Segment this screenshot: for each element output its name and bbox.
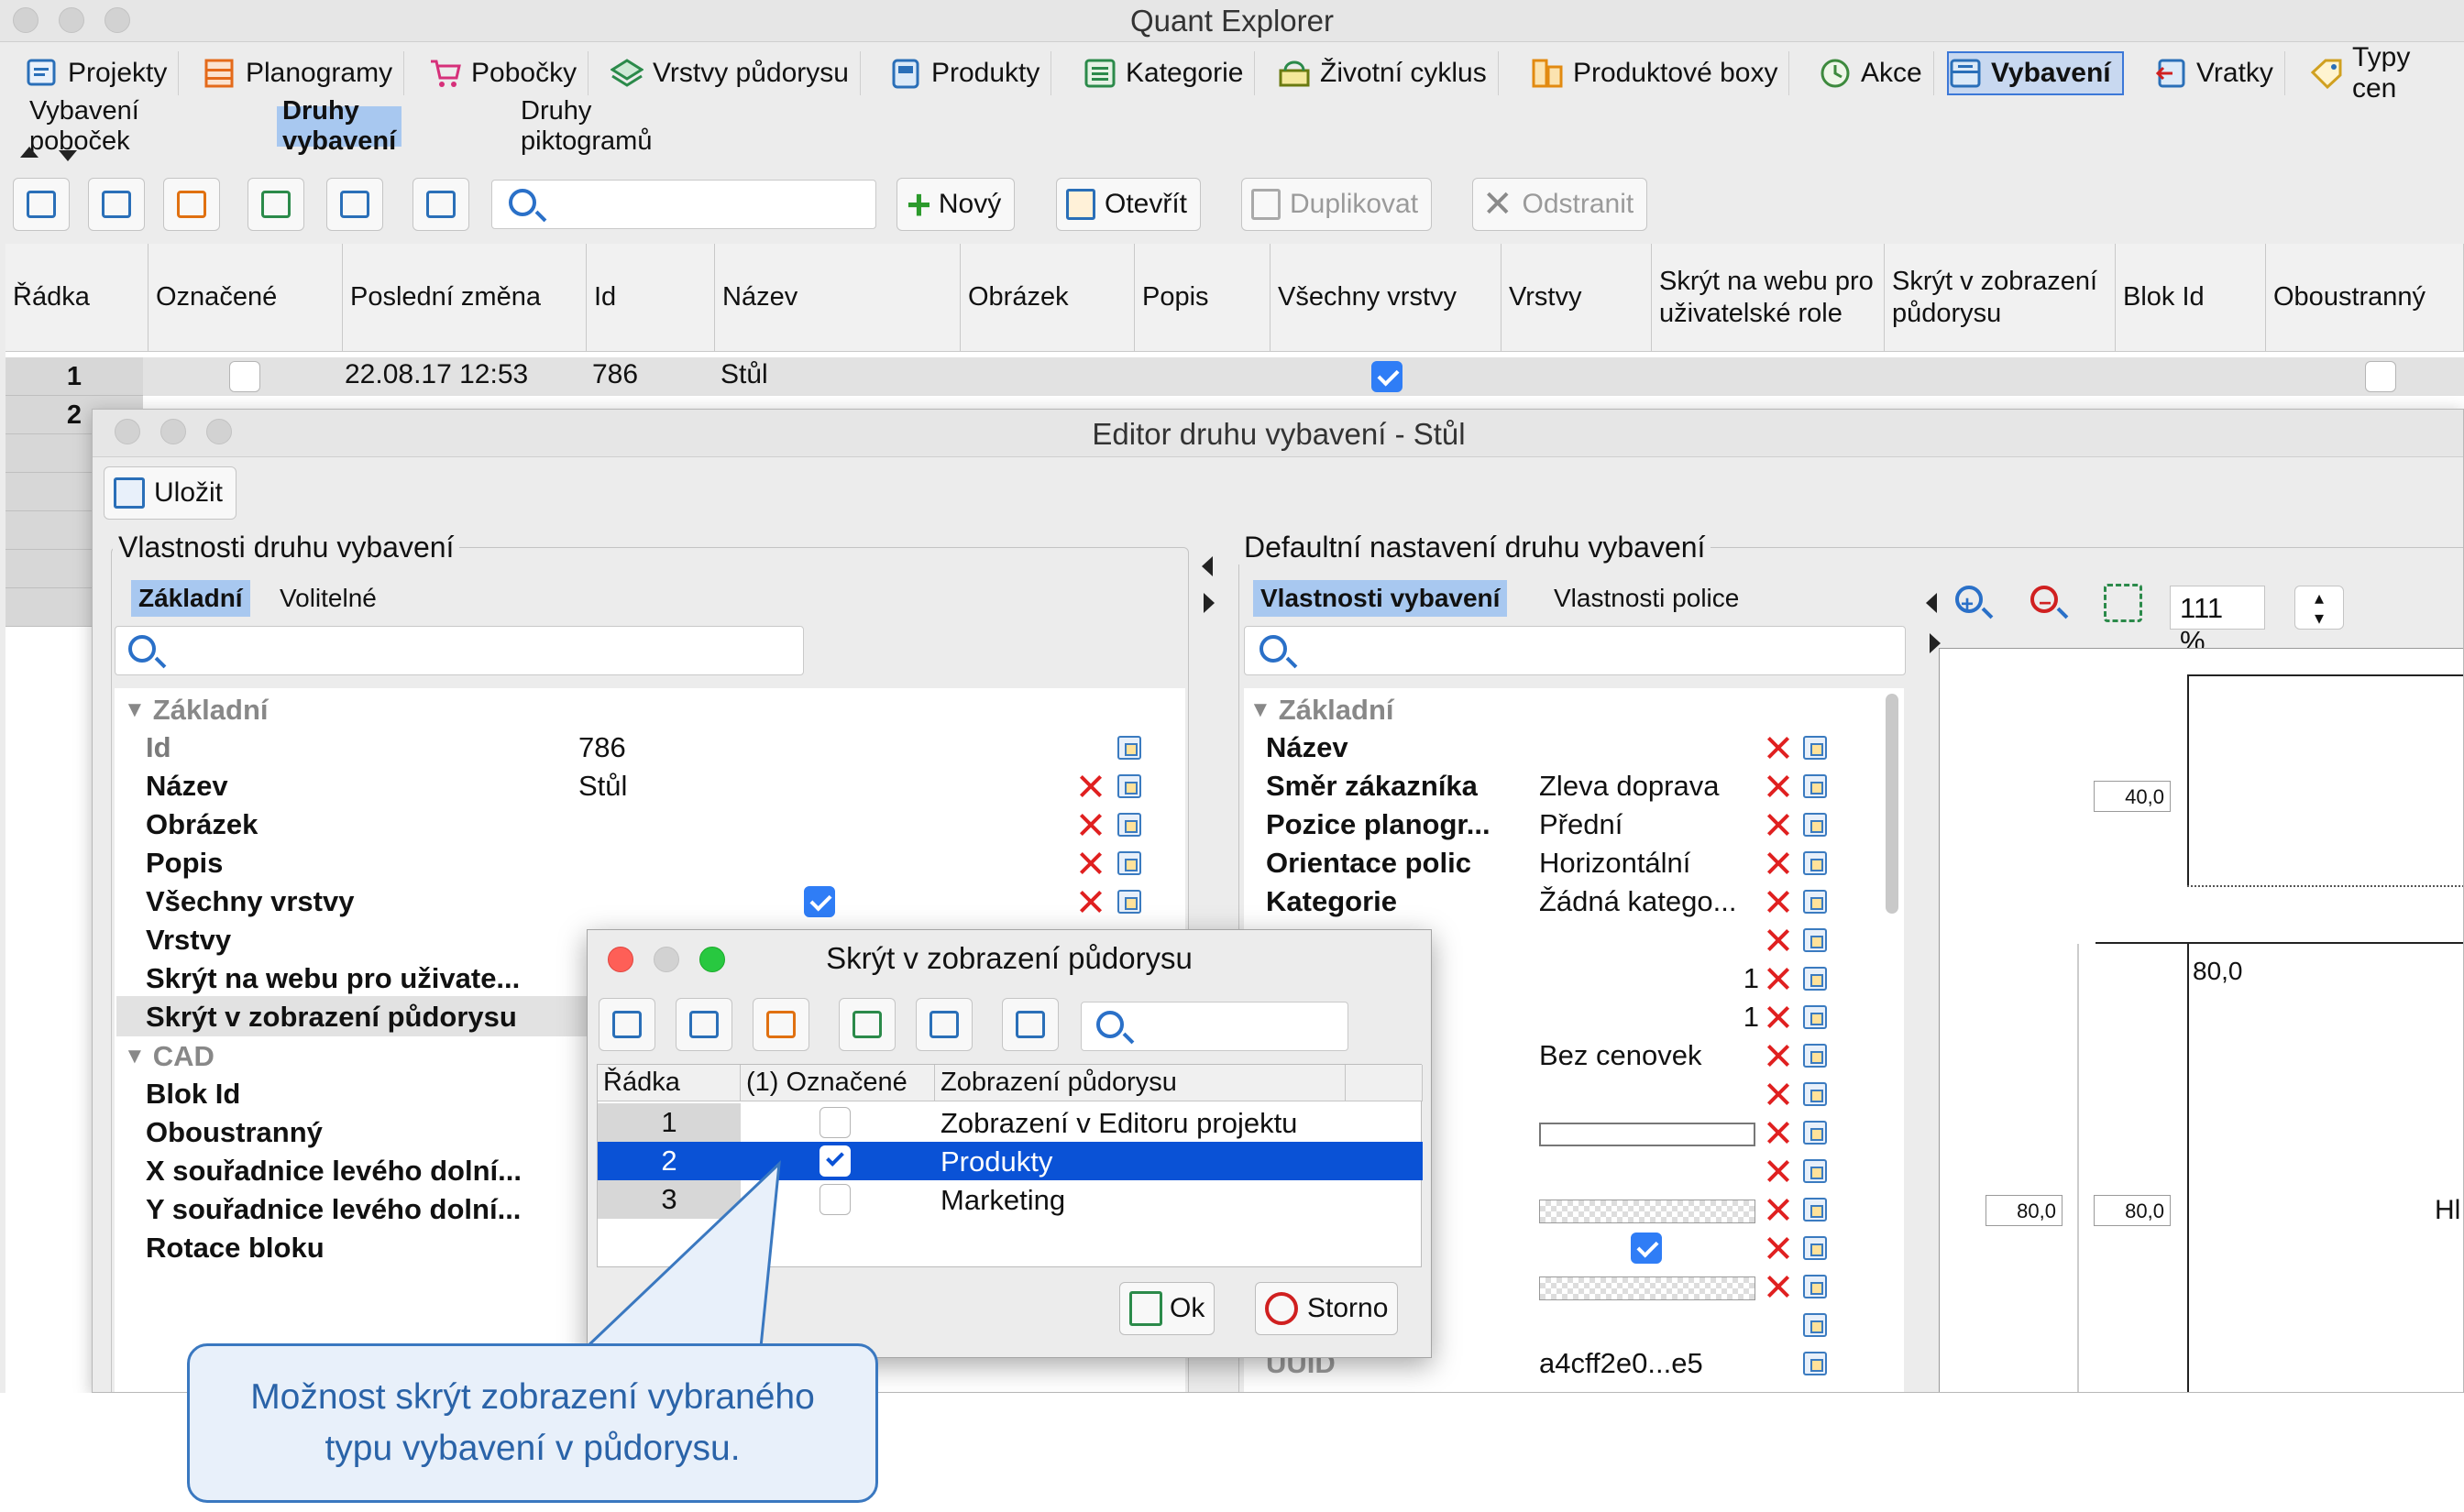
callout-text-line1: Možnost skrýt zobrazení vybraného — [250, 1377, 815, 1417]
callout-pointer — [583, 1160, 781, 1349]
callout-bubble: Možnost skrýt zobrazení vybraného typu v… — [187, 1343, 878, 1503]
callout-text-line2: typu vybavení v půdorysu. — [324, 1429, 741, 1468]
